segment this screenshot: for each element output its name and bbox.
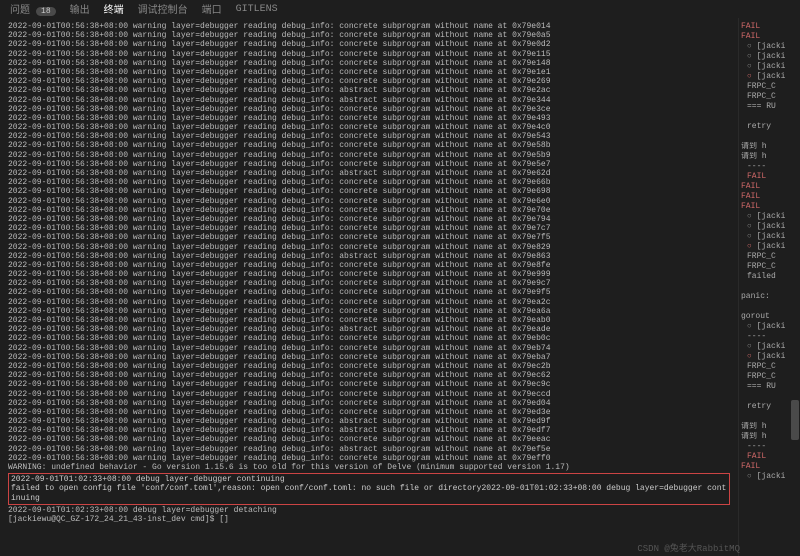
log-line: 2022-09-01T00:56:38+08:00 warning layer=… (8, 206, 730, 215)
log-line: 2022-09-01T00:56:38+08:00 warning layer=… (8, 224, 730, 233)
log-line: 2022-09-01T00:56:38+08:00 warning layer=… (8, 77, 730, 86)
side-scroll-thumb[interactable] (791, 400, 799, 440)
log-lines: 2022-09-01T00:56:38+08:00 warning layer=… (8, 22, 730, 463)
log-line: 2022-09-01T00:56:38+08:00 warning layer=… (8, 105, 730, 114)
log-line: 2022-09-01T00:56:38+08:00 warning layer=… (8, 31, 730, 40)
log-line: 2022-09-01T00:56:38+08:00 warning layer=… (8, 50, 730, 59)
tab-gitlens[interactable]: GITLENS (236, 4, 278, 15)
main-area: 2022-09-01T00:56:38+08:00 warning layer=… (0, 18, 800, 556)
log-line: 2022-09-01T00:56:38+08:00 warning layer=… (8, 40, 730, 49)
log-line: 2022-09-01T00:56:38+08:00 warning layer=… (8, 288, 730, 297)
log-line: 2022-09-01T00:56:38+08:00 warning layer=… (8, 380, 730, 389)
log-line: 2022-09-01T00:56:38+08:00 warning layer=… (8, 160, 730, 169)
log-line: 2022-09-01T00:56:38+08:00 warning layer=… (8, 435, 730, 444)
log-line: 2022-09-01T00:56:38+08:00 warning layer=… (8, 408, 730, 417)
log-line: 2022-09-01T00:56:38+08:00 warning layer=… (8, 390, 730, 399)
log-line: 2022-09-01T00:56:38+08:00 warning layer=… (8, 68, 730, 77)
tab-debug-console[interactable]: 调试控制台 (138, 1, 188, 17)
log-line: 2022-09-01T00:56:38+08:00 warning layer=… (8, 233, 730, 242)
side-scrollbar[interactable] (790, 18, 800, 556)
log-line: 2022-09-01T00:56:38+08:00 warning layer=… (8, 243, 730, 252)
log-line: 2022-09-01T00:56:38+08:00 warning layer=… (8, 197, 730, 206)
shell-prompt[interactable]: [jackiewu@QC_GZ-172_24_21_43-inst_dev cm… (8, 515, 730, 524)
problems-count-badge: 18 (36, 7, 56, 16)
log-line: 2022-09-01T00:56:38+08:00 warning layer=… (8, 215, 730, 224)
side-panel: FAIL FAIL [jacki [jacki [jacki [jacki FR… (738, 18, 800, 556)
tab-problems[interactable]: 问题 18 (10, 1, 56, 17)
go-version-warning: WARNING: undefined behavior - Go version… (8, 463, 730, 472)
detach-line: 2022-09-01T01:02:33+08:00 debug layer=de… (8, 506, 730, 515)
tab-ports[interactable]: 端口 (202, 1, 222, 17)
log-line: 2022-09-01T00:56:38+08:00 warning layer=… (8, 261, 730, 270)
log-line: 2022-09-01T00:56:38+08:00 warning layer=… (8, 22, 730, 31)
hl-line-2: failed to open config file 'conf/conf.to… (11, 484, 727, 493)
log-line: 2022-09-01T00:56:38+08:00 warning layer=… (8, 141, 730, 150)
log-line: 2022-09-01T00:56:38+08:00 warning layer=… (8, 151, 730, 160)
log-line: 2022-09-01T00:56:38+08:00 warning layer=… (8, 169, 730, 178)
log-line: 2022-09-01T00:56:38+08:00 warning layer=… (8, 96, 730, 105)
log-line: 2022-09-01T00:56:38+08:00 warning layer=… (8, 334, 730, 343)
hl-line-1: 2022-09-01T01:02:33+08:00 debug layer-de… (11, 475, 727, 484)
log-line: 2022-09-01T00:56:38+08:00 warning layer=… (8, 178, 730, 187)
log-line: 2022-09-01T00:56:38+08:00 warning layer=… (8, 86, 730, 95)
log-line: 2022-09-01T00:56:38+08:00 warning layer=… (8, 426, 730, 435)
log-line: 2022-09-01T00:56:38+08:00 warning layer=… (8, 59, 730, 68)
log-line: 2022-09-01T00:56:38+08:00 warning layer=… (8, 298, 730, 307)
log-line: 2022-09-01T00:56:38+08:00 warning layer=… (8, 114, 730, 123)
log-line: 2022-09-01T00:56:38+08:00 warning layer=… (8, 279, 730, 288)
log-line: 2022-09-01T00:56:38+08:00 warning layer=… (8, 417, 730, 426)
tab-terminal[interactable]: 终端 (104, 1, 124, 17)
log-line: 2022-09-01T00:56:38+08:00 warning layer=… (8, 371, 730, 380)
log-line: 2022-09-01T00:56:38+08:00 warning layer=… (8, 325, 730, 334)
log-line: 2022-09-01T00:56:38+08:00 warning layer=… (8, 270, 730, 279)
log-line: 2022-09-01T00:56:38+08:00 warning layer=… (8, 445, 730, 454)
log-line: 2022-09-01T00:56:38+08:00 warning layer=… (8, 187, 730, 196)
log-line: 2022-09-01T00:56:38+08:00 warning layer=… (8, 307, 730, 316)
log-line: 2022-09-01T00:56:38+08:00 warning layer=… (8, 362, 730, 371)
terminal-output[interactable]: 2022-09-01T00:56:38+08:00 warning layer=… (0, 18, 738, 556)
tab-problems-label: 问题 (10, 6, 30, 17)
log-line: 2022-09-01T00:56:38+08:00 warning layer=… (8, 454, 730, 463)
log-line: 2022-09-01T00:56:38+08:00 warning layer=… (8, 399, 730, 408)
log-line: 2022-09-01T00:56:38+08:00 warning layer=… (8, 344, 730, 353)
panel-tabs: 问题 18 输出 终端 调试控制台 端口 GITLENS (0, 0, 800, 18)
log-line: 2022-09-01T00:56:38+08:00 warning layer=… (8, 132, 730, 141)
tab-output[interactable]: 输出 (70, 1, 90, 17)
watermark: CSDN @兔老大RabbitMQ (637, 541, 740, 554)
log-line: 2022-09-01T00:56:38+08:00 warning layer=… (8, 123, 730, 132)
hl-line-3: inuing (11, 494, 727, 503)
log-line: 2022-09-01T00:56:38+08:00 warning layer=… (8, 316, 730, 325)
log-line: 2022-09-01T00:56:38+08:00 warning layer=… (8, 353, 730, 362)
log-line: 2022-09-01T00:56:38+08:00 warning layer=… (8, 252, 730, 261)
error-highlight-box: 2022-09-01T01:02:33+08:00 debug layer-de… (8, 473, 730, 505)
